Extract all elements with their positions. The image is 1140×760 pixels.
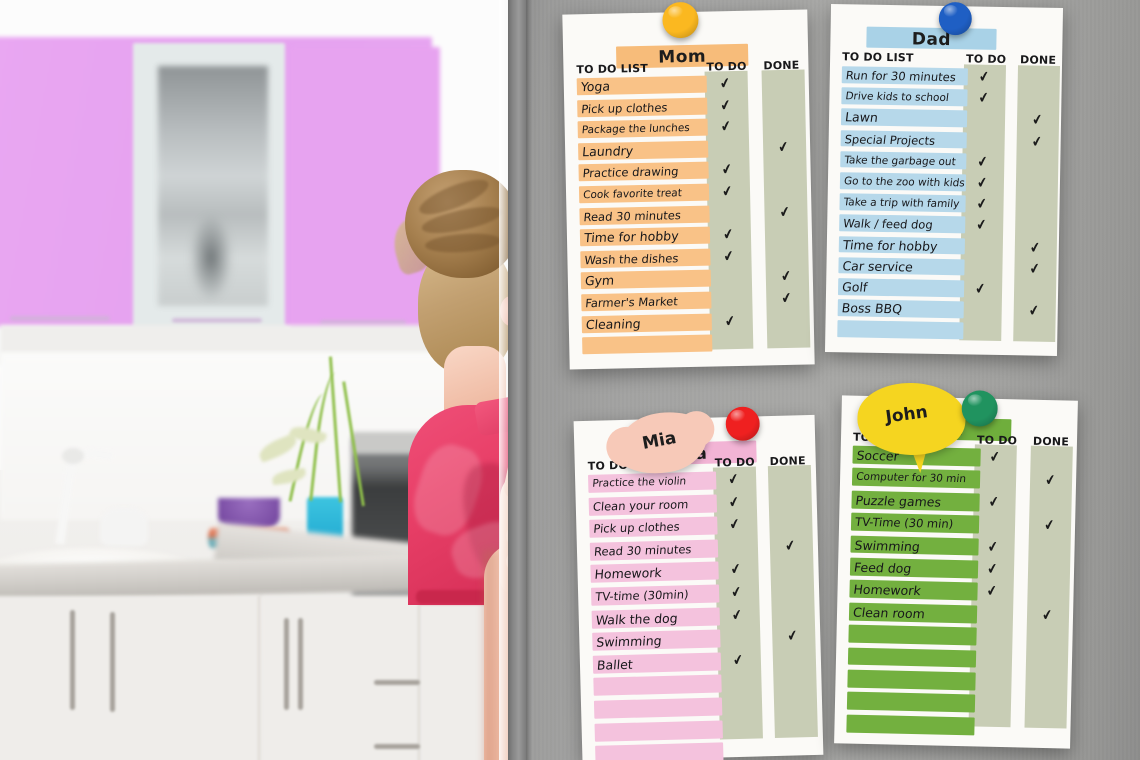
task-label: TV-time (30min)	[594, 587, 690, 604]
task-label: Walk / feed dog	[842, 216, 934, 233]
checkmark-done[interactable]: ✔	[1028, 301, 1040, 320]
task-label: Walk the dog	[595, 610, 679, 628]
cabinet-divider-1	[258, 596, 260, 760]
checkmark-done[interactable]: ✔	[1031, 132, 1043, 151]
fridge-door-seam	[526, 0, 532, 760]
task-row[interactable]	[594, 720, 723, 742]
task-label: Clean room	[852, 604, 926, 622]
task-label: Special Projects	[843, 131, 936, 148]
todo-list-header-mom: TO DO LIST	[576, 61, 649, 77]
task-label: Pick up clothes	[592, 519, 681, 536]
task-label: Cook favorite treat	[582, 187, 683, 202]
yellow-magnet[interactable]	[662, 1, 699, 39]
todo-sheet-mom[interactable]: Mom TO DO LIST TO DO DONE Yoga ✔ Pick up cloth…	[562, 1, 815, 370]
task-row[interactable]	[837, 320, 964, 340]
checkmark-todo[interactable]: ✔	[988, 492, 1000, 511]
checkmark-todo[interactable]: ✔	[976, 194, 988, 213]
faucet-base	[100, 508, 148, 546]
task-label: Time for hobby	[583, 228, 680, 246]
checkmark-todo[interactable]: ✔	[976, 152, 988, 171]
task-label: Feed dog	[853, 559, 913, 576]
checkmark-todo[interactable]: ✔	[978, 88, 990, 107]
task-row[interactable]	[847, 669, 976, 691]
task-label: Swimming	[595, 633, 663, 650]
lower-cabinet-left	[0, 596, 260, 760]
checkmark-todo[interactable]: ✔	[986, 582, 998, 601]
fridge-door-edge	[508, 0, 526, 760]
task-label: Drive kids to school	[844, 90, 950, 105]
task-row[interactable]	[593, 697, 723, 719]
task-row[interactable]	[846, 691, 976, 713]
checkmark-done[interactable]: ✔	[1029, 259, 1041, 278]
task-label: Laundry	[581, 142, 634, 160]
task-label: Clean your room	[592, 496, 689, 514]
task-label: Puzzle games	[854, 492, 943, 510]
checkmark-todo[interactable]: ✔	[975, 215, 987, 234]
task-label: Read 30 minutes	[582, 207, 682, 224]
task-label: Run for 30 minutes	[844, 68, 957, 85]
task-label: Farmer's Market	[584, 294, 679, 311]
magnet-gloss	[730, 410, 746, 423]
checkmark-todo[interactable]: ✔	[986, 559, 998, 578]
magnet-gloss	[967, 393, 983, 407]
checkmark-done[interactable]: ✔	[1029, 238, 1041, 257]
faucet-tip	[62, 448, 84, 464]
check-column-done-mia[interactable]	[767, 465, 818, 739]
task-label: Ballet	[596, 656, 634, 673]
checkmark-todo[interactable]: ✔	[976, 173, 988, 192]
task-label: Homework	[852, 582, 922, 599]
task-row[interactable]	[593, 674, 722, 697]
task-label: Time for hobby	[842, 236, 939, 254]
red-magnet[interactable]	[725, 406, 761, 442]
task-label: Homework	[594, 565, 663, 583]
task-label: Wash the dishes	[583, 251, 680, 268]
task-label: Take a trip with family	[842, 196, 961, 211]
task-label: TV-Time (30 min)	[854, 514, 955, 532]
task-label: Pick up clothes	[580, 100, 669, 116]
drawer-handle-4	[298, 618, 303, 710]
task-label: Yoga	[580, 78, 611, 95]
drawer-handle-3	[284, 618, 289, 710]
task-label: Swimming	[853, 537, 921, 554]
task-label: Golf	[841, 279, 869, 295]
cabinet-handle-mid	[172, 318, 262, 323]
todo-sheet-dad[interactable]: Dad TO DO LIST TO DO DONE Run for 30 minutes…	[824, 1, 1064, 356]
drawer-handle-1	[70, 610, 75, 710]
task-label: Practice drawing	[582, 164, 680, 181]
task-label: Gym	[584, 272, 615, 289]
task-row[interactable]	[848, 624, 977, 646]
task-label: Take the garbage out	[843, 154, 957, 168]
hair-strand-3	[424, 231, 502, 255]
glass-cabinet-shadow	[190, 215, 232, 300]
kitchen-fridge-scene: Mom TO DO LIST TO DO DONE Yoga ✔ Pick up cloth…	[0, 0, 1140, 760]
checkmark-todo[interactable]: ✔	[974, 279, 986, 298]
magnet-gloss	[944, 5, 959, 17]
checkmark-todo[interactable]: ✔	[978, 67, 990, 86]
task-label: Read 30 minutes	[593, 541, 693, 559]
sheet-title-dad: Dad	[911, 29, 952, 51]
todo-sheet-mia[interactable]: MiaTO DO LISTTO DODONEPractice the violi…	[573, 405, 824, 760]
task-row[interactable]	[847, 647, 977, 668]
checkmark-todo[interactable]: ✔	[989, 447, 1001, 466]
magnet-gloss	[667, 5, 684, 19]
checkmark-done[interactable]: ✔	[1041, 605, 1053, 624]
task-label: Practice the violin	[591, 475, 687, 490]
drawer-handle-2	[110, 612, 115, 712]
task-label: Package the lunches	[581, 122, 691, 137]
task-label: Lawn	[844, 109, 879, 126]
checkmark-done[interactable]: ✔	[1044, 471, 1056, 490]
todo-sheet-john[interactable]: JohnTO DO LISTTO DODONESoccer✔Computer f…	[834, 381, 1078, 749]
todo-list-header-dad: TO DO LIST	[842, 50, 914, 65]
task-label: Cleaning	[585, 315, 642, 332]
task-label: Car service	[841, 258, 914, 275]
task-label: Go to the zoo with kids	[843, 175, 966, 190]
checkmark-todo[interactable]: ✔	[987, 537, 999, 556]
task-row[interactable]	[582, 334, 713, 355]
task-label: Boss BBQ	[840, 300, 903, 317]
checkmark-done[interactable]: ✔	[1031, 110, 1043, 129]
task-row[interactable]	[595, 742, 724, 760]
cabinet-handle-left	[10, 316, 110, 321]
checkmark-done[interactable]: ✔	[1043, 516, 1055, 535]
task-row[interactable]	[846, 714, 975, 736]
